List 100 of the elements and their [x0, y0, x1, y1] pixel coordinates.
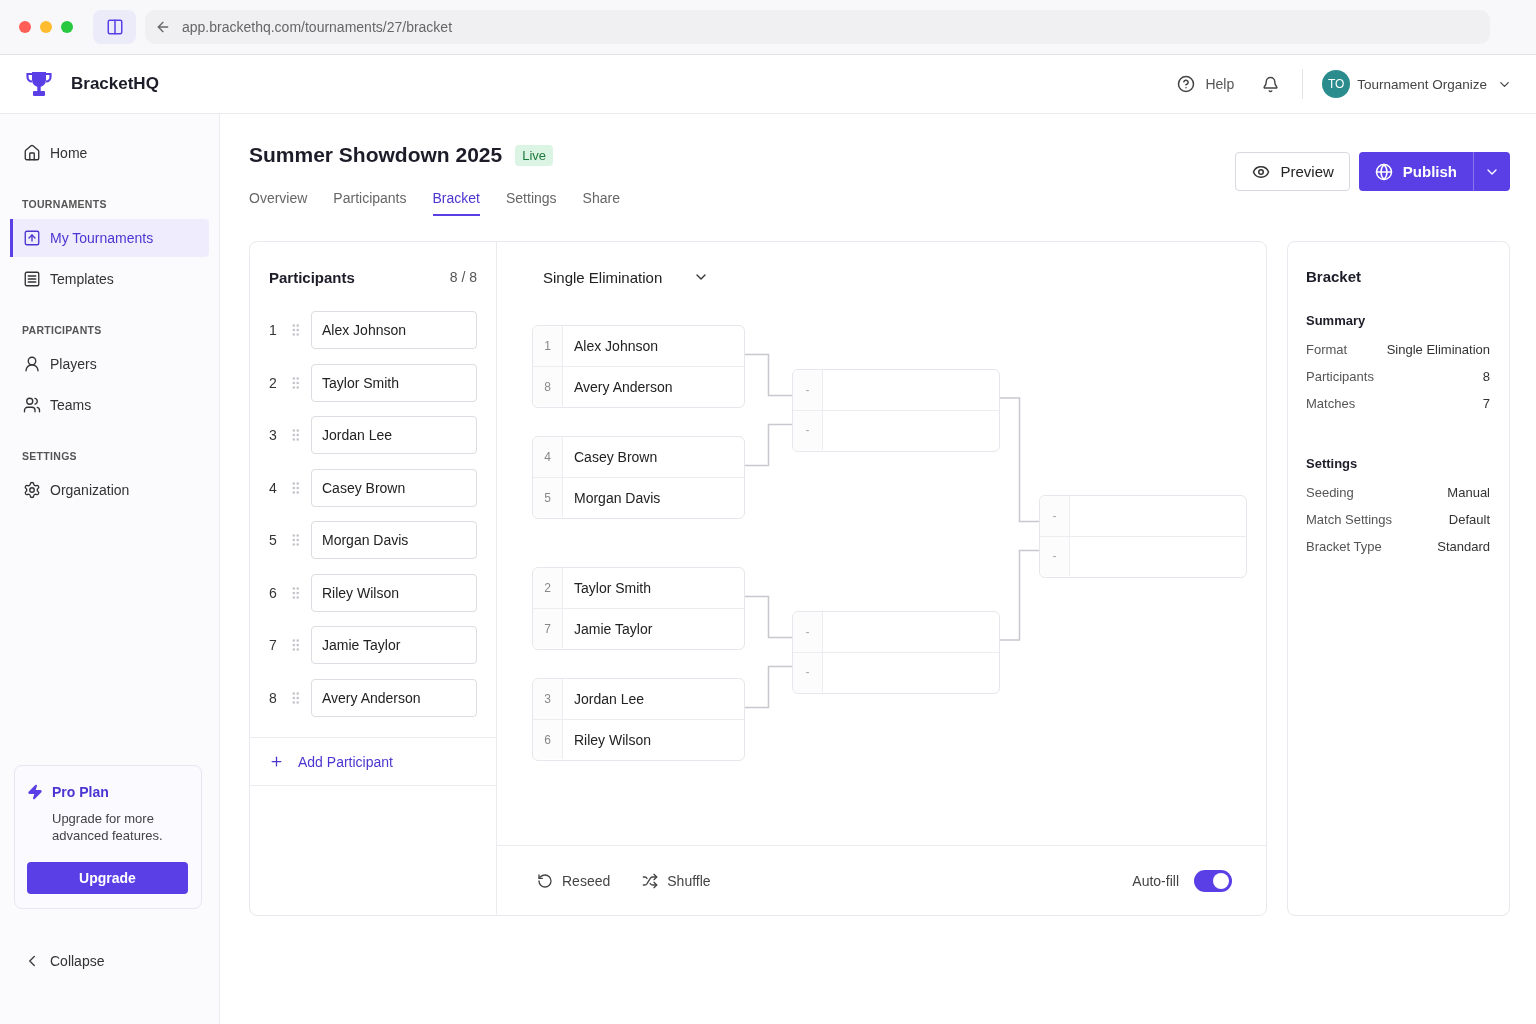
users-icon: [23, 396, 41, 414]
section-heading: PARTICIPANTS: [22, 323, 103, 337]
seed-number: 8: [269, 689, 278, 706]
format-dropdown[interactable]: Single Elimination: [532, 267, 718, 287]
seed-number: 5: [533, 478, 563, 517]
seed-number: 3: [269, 427, 278, 443]
tab[interactable]: Settings: [506, 190, 557, 216]
help-icon: [1177, 75, 1196, 93]
seed-number: 7: [533, 609, 563, 648]
summary-label: Bracket Type: [1306, 539, 1382, 554]
match-card[interactable]: 3 Jordan Lee 6 Riley Wilson: [532, 678, 745, 761]
seed-number: -: [793, 369, 823, 410]
address-bar[interactable]: app.brackethq.com/tournaments/27/bracket: [145, 10, 1490, 44]
tab[interactable]: Bracket: [432, 190, 480, 216]
add-participant-button[interactable]: Add Participant: [269, 753, 393, 770]
panel-icon: [105, 18, 124, 36]
seed-number: -: [793, 410, 823, 450]
seed-number: 4: [533, 437, 563, 477]
settings-icon: [23, 481, 41, 499]
match-card[interactable]: 1 Alex Johnson 8 Avery Anderson: [532, 325, 745, 408]
summary-value: Default: [1448, 512, 1490, 527]
plus-icon: [269, 754, 284, 769]
seed-number: -: [793, 652, 823, 692]
player-name: Jordan Lee: [573, 690, 645, 709]
summary-label: Seeding: [1306, 485, 1354, 500]
tournament-title: Summer Showdown 2025: [249, 143, 503, 167]
publish-menu-button[interactable]: [1473, 152, 1510, 191]
section-title: Summary: [1306, 312, 1367, 330]
seed-number: 3: [533, 679, 563, 719]
section-title: Settings: [1306, 455, 1359, 473]
summary-label: Match Settings: [1306, 512, 1392, 527]
tab[interactable]: Share: [582, 190, 620, 216]
url-text: app.brackethq.com/tournaments/27/bracket: [182, 19, 453, 35]
window-minimize-icon[interactable]: [40, 21, 52, 33]
brand-name: BracketHQ: [71, 74, 159, 94]
sidebar-toggle-button[interactable]: [93, 10, 136, 44]
player-name: Riley Wilson: [573, 730, 651, 750]
promo-text: Upgrade for more advanced features.: [52, 810, 164, 844]
name-input[interactable]: Jordan Lee: [311, 416, 477, 454]
seed-number: 8: [533, 367, 563, 406]
autofill-toggle[interactable]: [1194, 869, 1232, 892]
seed-number: 2: [269, 374, 278, 391]
collapse-button[interactable]: Collapse: [10, 942, 209, 980]
sidebar-item[interactable]: Teams: [10, 386, 209, 424]
name-input[interactable]: Avery Anderson: [311, 678, 477, 717]
name-input[interactable]: Casey Brown: [311, 468, 477, 507]
user-icon: [23, 355, 41, 373]
sidebar-item[interactable]: My Tournaments: [10, 219, 209, 257]
name-input[interactable]: Jamie Taylor: [311, 626, 477, 664]
sidebar-item[interactable]: Templates: [10, 260, 209, 298]
match-card[interactable]: 2 Taylor Smith 7 Jamie Taylor: [532, 567, 745, 650]
sidebar-item[interactable]: Players: [10, 345, 209, 383]
rotate-icon: [537, 872, 553, 889]
window-zoom-icon[interactable]: [61, 21, 73, 33]
summary-label: Participants: [1306, 369, 1374, 384]
panel-title: Bracket: [1306, 267, 1363, 287]
bracket-connector: [744, 353, 793, 397]
seed-number: -: [793, 611, 823, 652]
seed-number: 6: [269, 584, 278, 601]
name-input[interactable]: Morgan Davis: [311, 521, 477, 559]
summary-value: 7: [1482, 396, 1490, 411]
seed-number: 5: [269, 532, 278, 548]
window-close-icon[interactable]: [19, 21, 31, 33]
match-card[interactable]: 4 Casey Brown 5 Morgan Davis: [532, 436, 745, 519]
help-button[interactable]: Help: [1177, 75, 1235, 93]
shuffle-button[interactable]: Shuffle: [642, 872, 711, 889]
player-name: Avery Anderson: [573, 377, 673, 397]
sidebar-item[interactable]: Home: [10, 134, 209, 172]
panel-title: Participants: [269, 268, 355, 286]
name-input[interactable]: Riley Wilson: [311, 573, 477, 612]
seed-number: 1: [533, 326, 563, 366]
summary-value: Manual: [1447, 485, 1490, 500]
bracket-connector: [744, 423, 793, 467]
seed-number: 7: [269, 637, 278, 653]
globe-icon: [1374, 162, 1393, 181]
tab[interactable]: Overview: [249, 190, 308, 216]
tab[interactable]: Participants: [333, 190, 407, 216]
summary-value: Single Elimination: [1386, 342, 1490, 357]
sidebar-item[interactable]: Organization: [10, 471, 209, 509]
bracket-connector: [744, 595, 793, 639]
preview-button[interactable]: Preview: [1235, 152, 1350, 191]
upgrade-button[interactable]: Upgrade: [27, 862, 188, 894]
name-input[interactable]: Alex Johnson: [311, 311, 477, 349]
reseed-button[interactable]: Reseed: [537, 872, 611, 889]
publish-button[interactable]: Publish: [1358, 152, 1473, 191]
avatar: TO: [1322, 70, 1351, 98]
summary-label: Matches: [1306, 396, 1356, 411]
status-badge: Live: [515, 144, 554, 166]
seed-number: 4: [269, 479, 278, 496]
notifications-button[interactable]: [1262, 75, 1280, 93]
trophy-icon: [26, 71, 52, 97]
name-input[interactable]: Taylor Smith: [311, 363, 477, 402]
participant-count: 8 / 8: [449, 269, 477, 285]
home-icon: [23, 144, 41, 162]
promo-title: Pro Plan: [52, 784, 109, 800]
seed-number: 6: [533, 720, 563, 759]
user-menu[interactable]: TO Tournament Organize: [1322, 70, 1512, 98]
bracket-connector: [744, 665, 793, 709]
summary-value: Standard: [1437, 539, 1490, 554]
player-name: Casey Brown: [573, 448, 658, 467]
